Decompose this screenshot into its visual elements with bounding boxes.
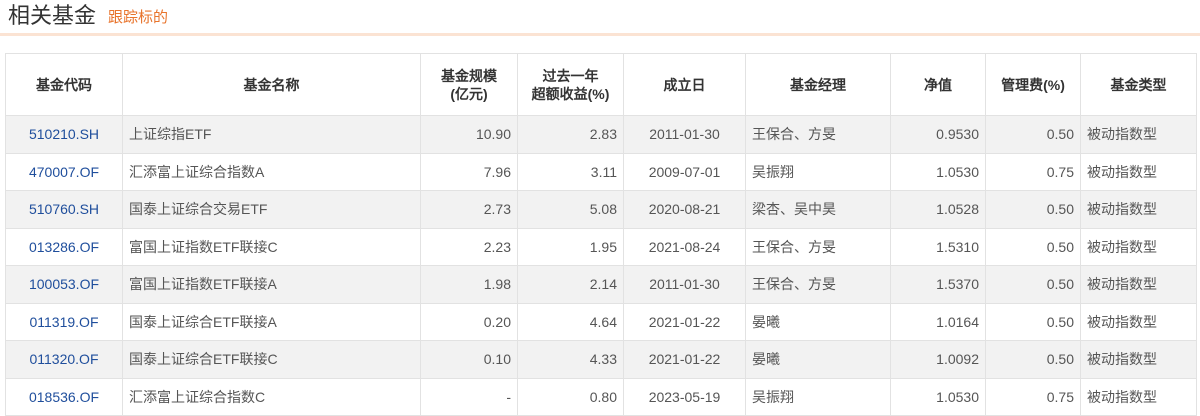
- fund-manager-cell: 晏曦: [745, 340, 891, 379]
- inception-date-cell: 2021-08-24: [623, 227, 746, 266]
- column-header-fund-code: 基金代码: [5, 53, 123, 116]
- fund-size-cell: 0.20: [420, 302, 518, 341]
- fund-name-cell: 国泰上证综合ETF联接A: [122, 302, 421, 341]
- excess-return-cell: 3.11: [517, 152, 624, 191]
- excess-return-cell: 1.95: [517, 227, 624, 266]
- fund-name-cell: 富国上证指数ETF联接A: [122, 265, 421, 304]
- table-row: 470007.OF 汇添富上证综合指数A 7.96 3.11 2009-07-01 吴振翔…: [5, 152, 1197, 191]
- excess-return-cell: 2.83: [517, 115, 624, 154]
- section-title: 相关基金: [8, 3, 97, 28]
- excess-return-cell: 2.14: [517, 265, 624, 304]
- nav-cell: 1.0092: [890, 340, 986, 379]
- management-fee-cell: 0.50: [985, 340, 1081, 379]
- excess-return-cell: 4.33: [517, 340, 624, 379]
- management-fee-cell: 0.50: [985, 265, 1081, 304]
- inception-date-cell: 2011-01-30: [623, 265, 746, 304]
- column-header-fund-name: 基金名称: [122, 53, 421, 116]
- fund-code-cell[interactable]: 011320.OF: [5, 340, 123, 379]
- fund-manager-cell: 吴振翔: [745, 152, 891, 191]
- management-fee-cell: 0.50: [985, 302, 1081, 341]
- related-funds-table: 基金代码 基金名称 基金规模 (亿元) 过去一年 超额收益(%) 成立日 基金经理 净值 管理费(…: [5, 53, 1197, 416]
- nav-cell: 1.0164: [890, 302, 986, 341]
- fund-size-cell: 1.98: [420, 265, 518, 304]
- nav-cell: 0.9530: [890, 115, 986, 154]
- column-header-excess-return: 过去一年 超额收益(%): [517, 53, 624, 116]
- excess-return-cell: 4.64: [517, 302, 624, 341]
- inception-date-cell: 2009-07-01: [623, 152, 746, 191]
- table-row: 510760.SH 国泰上证综合交易ETF 2.73 5.08 2020-08-21 梁杏…: [5, 190, 1197, 229]
- fund-name-cell: 富国上证指数ETF联接C: [122, 227, 421, 266]
- fund-type-cell: 被动指数型: [1080, 152, 1197, 191]
- fund-name-cell: 国泰上证综合ETF联接C: [122, 340, 421, 379]
- column-header-fund-type: 基金类型: [1080, 53, 1197, 116]
- inception-date-cell: 2011-01-30: [623, 115, 746, 154]
- inception-date-cell: 2021-01-22: [623, 340, 746, 379]
- management-fee-cell: 0.50: [985, 190, 1081, 229]
- fund-size-cell: 10.90: [420, 115, 518, 154]
- fund-manager-cell: 王保合、方旻: [745, 265, 891, 304]
- nav-cell: 1.5370: [890, 265, 986, 304]
- management-fee-cell: 0.75: [985, 152, 1081, 191]
- fund-name-cell: 汇添富上证综合指数A: [122, 152, 421, 191]
- nav-cell: 1.0528: [890, 190, 986, 229]
- nav-cell: 1.0530: [890, 152, 986, 191]
- nav-cell: 1.0530: [890, 377, 986, 416]
- management-fee-cell: 0.50: [985, 115, 1081, 154]
- inception-date-cell: 2021-01-22: [623, 302, 746, 341]
- fund-code-cell[interactable]: 013286.OF: [5, 227, 123, 266]
- fund-type-cell: 被动指数型: [1080, 227, 1197, 266]
- nav-cell: 1.5310: [890, 227, 986, 266]
- fund-type-cell: 被动指数型: [1080, 302, 1197, 341]
- fund-type-cell: 被动指数型: [1080, 265, 1197, 304]
- column-header-nav: 净值: [890, 53, 986, 116]
- table-row: 011320.OF 国泰上证综合ETF联接C 0.10 4.33 2021-01-22 晏…: [5, 340, 1197, 379]
- fund-code-cell[interactable]: 470007.OF: [5, 152, 123, 191]
- fund-name-cell: 上证综指ETF: [122, 115, 421, 154]
- column-header-fund-size: 基金规模 (亿元): [420, 53, 518, 116]
- fund-name-cell: 汇添富上证综合指数C: [122, 377, 421, 416]
- fund-code-cell[interactable]: 510210.SH: [5, 115, 123, 154]
- fund-manager-cell: 梁杏、吴中昊: [745, 190, 891, 229]
- inception-date-cell: 2023-05-19: [623, 377, 746, 416]
- fund-size-cell: 2.23: [420, 227, 518, 266]
- section-header: 相关基金 跟踪标的: [0, 0, 1200, 36]
- fund-code-cell[interactable]: 510760.SH: [5, 190, 123, 229]
- fund-size-cell: -: [420, 377, 518, 416]
- fund-code-cell[interactable]: 018536.OF: [5, 377, 123, 416]
- fund-manager-cell: 王保合、方旻: [745, 115, 891, 154]
- fund-manager-cell: 晏曦: [745, 302, 891, 341]
- fund-name-cell: 国泰上证综合交易ETF: [122, 190, 421, 229]
- management-fee-cell: 0.50: [985, 227, 1081, 266]
- fund-type-cell: 被动指数型: [1080, 115, 1197, 154]
- management-fee-cell: 0.75: [985, 377, 1081, 416]
- fund-manager-cell: 王保合、方旻: [745, 227, 891, 266]
- fund-size-cell: 2.73: [420, 190, 518, 229]
- column-header-management-fee: 管理费(%): [985, 53, 1081, 116]
- column-header-fund-manager: 基金经理: [745, 53, 891, 116]
- inception-date-cell: 2020-08-21: [623, 190, 746, 229]
- fund-type-cell: 被动指数型: [1080, 340, 1197, 379]
- table-row: 018536.OF 汇添富上证综合指数C -0.80 2023-05-19 吴振翔 1.0…: [5, 377, 1197, 416]
- table-row: 013286.OF 富国上证指数ETF联接C 2.23 1.95 2021-08-24 王…: [5, 227, 1197, 266]
- table-row: 100053.OF 富国上证指数ETF联接A 1.98 2.14 2011-01-30 王…: [5, 265, 1197, 304]
- column-header-inception-date: 成立日: [623, 53, 746, 116]
- fund-size-cell: 0.10: [420, 340, 518, 379]
- excess-return-cell: 0.80: [517, 377, 624, 416]
- fund-size-cell: 7.96: [420, 152, 518, 191]
- fund-manager-cell: 吴振翔: [745, 377, 891, 416]
- table-row: 510210.SH 上证综指ETF 10.90 2.83 2011-01-30 王保合、方…: [5, 115, 1197, 154]
- fund-type-cell: 被动指数型: [1080, 190, 1197, 229]
- tracking-target-link[interactable]: 跟踪标的: [108, 5, 168, 31]
- fund-code-cell[interactable]: 011319.OF: [5, 302, 123, 341]
- excess-return-cell: 5.08: [517, 190, 624, 229]
- fund-code-cell[interactable]: 100053.OF: [5, 265, 123, 304]
- table-row: 011319.OF 国泰上证综合ETF联接A 0.20 4.64 2021-01-22 晏…: [5, 302, 1197, 341]
- fund-type-cell: 被动指数型: [1080, 377, 1197, 416]
